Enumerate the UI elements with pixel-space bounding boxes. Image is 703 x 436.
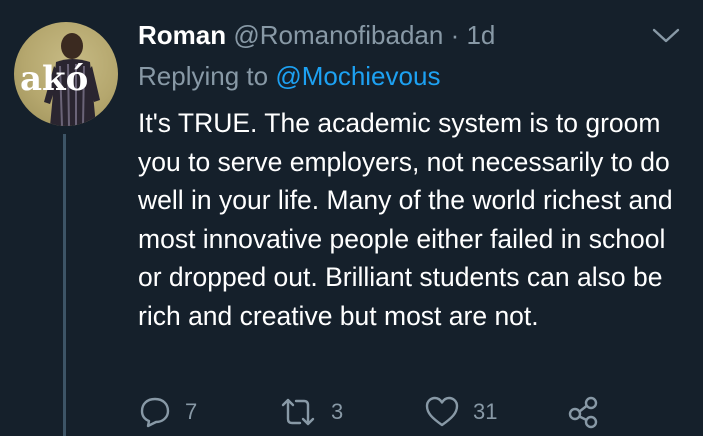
separator-dot: · xyxy=(450,20,460,50)
replying-prefix: Replying to xyxy=(138,61,269,91)
reply-icon xyxy=(140,397,170,428)
tweet-header: Roman @Romanofibadan · 1d xyxy=(138,15,495,55)
retweet-button[interactable]: 3 xyxy=(278,392,343,432)
tweet-menu-button[interactable] xyxy=(651,24,681,48)
replying-to-mention[interactable]: @Mochievous xyxy=(275,61,440,91)
tweet-text: It's TRUE. The academic system is to gro… xyxy=(138,108,673,331)
avatar-image: akó xyxy=(20,33,100,126)
heart-icon xyxy=(425,396,459,427)
tweet[interactable]: akó Roman @Romanofibadan · 1d Replying t… xyxy=(0,0,703,436)
tweet-actions: 7 3 31 xyxy=(138,392,698,432)
like-button[interactable]: 31 xyxy=(424,392,497,432)
share-button[interactable] xyxy=(566,392,600,432)
display-name[interactable]: Roman xyxy=(138,20,226,50)
retweet-count: 3 xyxy=(331,399,344,424)
replying-to: Replying to @Mochievous xyxy=(138,56,440,96)
chevron-down-icon xyxy=(652,28,680,43)
avatar-text: akó xyxy=(20,59,88,99)
thread-line xyxy=(63,134,66,436)
timestamp[interactable]: 1d xyxy=(466,20,495,50)
user-handle[interactable]: @Romanofibadan xyxy=(233,20,443,50)
share-icon xyxy=(568,396,598,429)
like-count: 31 xyxy=(473,399,498,424)
avatar[interactable]: akó xyxy=(14,22,118,126)
retweet-icon xyxy=(281,398,315,426)
reply-count: 7 xyxy=(185,399,198,424)
reply-button[interactable]: 7 xyxy=(138,392,197,432)
